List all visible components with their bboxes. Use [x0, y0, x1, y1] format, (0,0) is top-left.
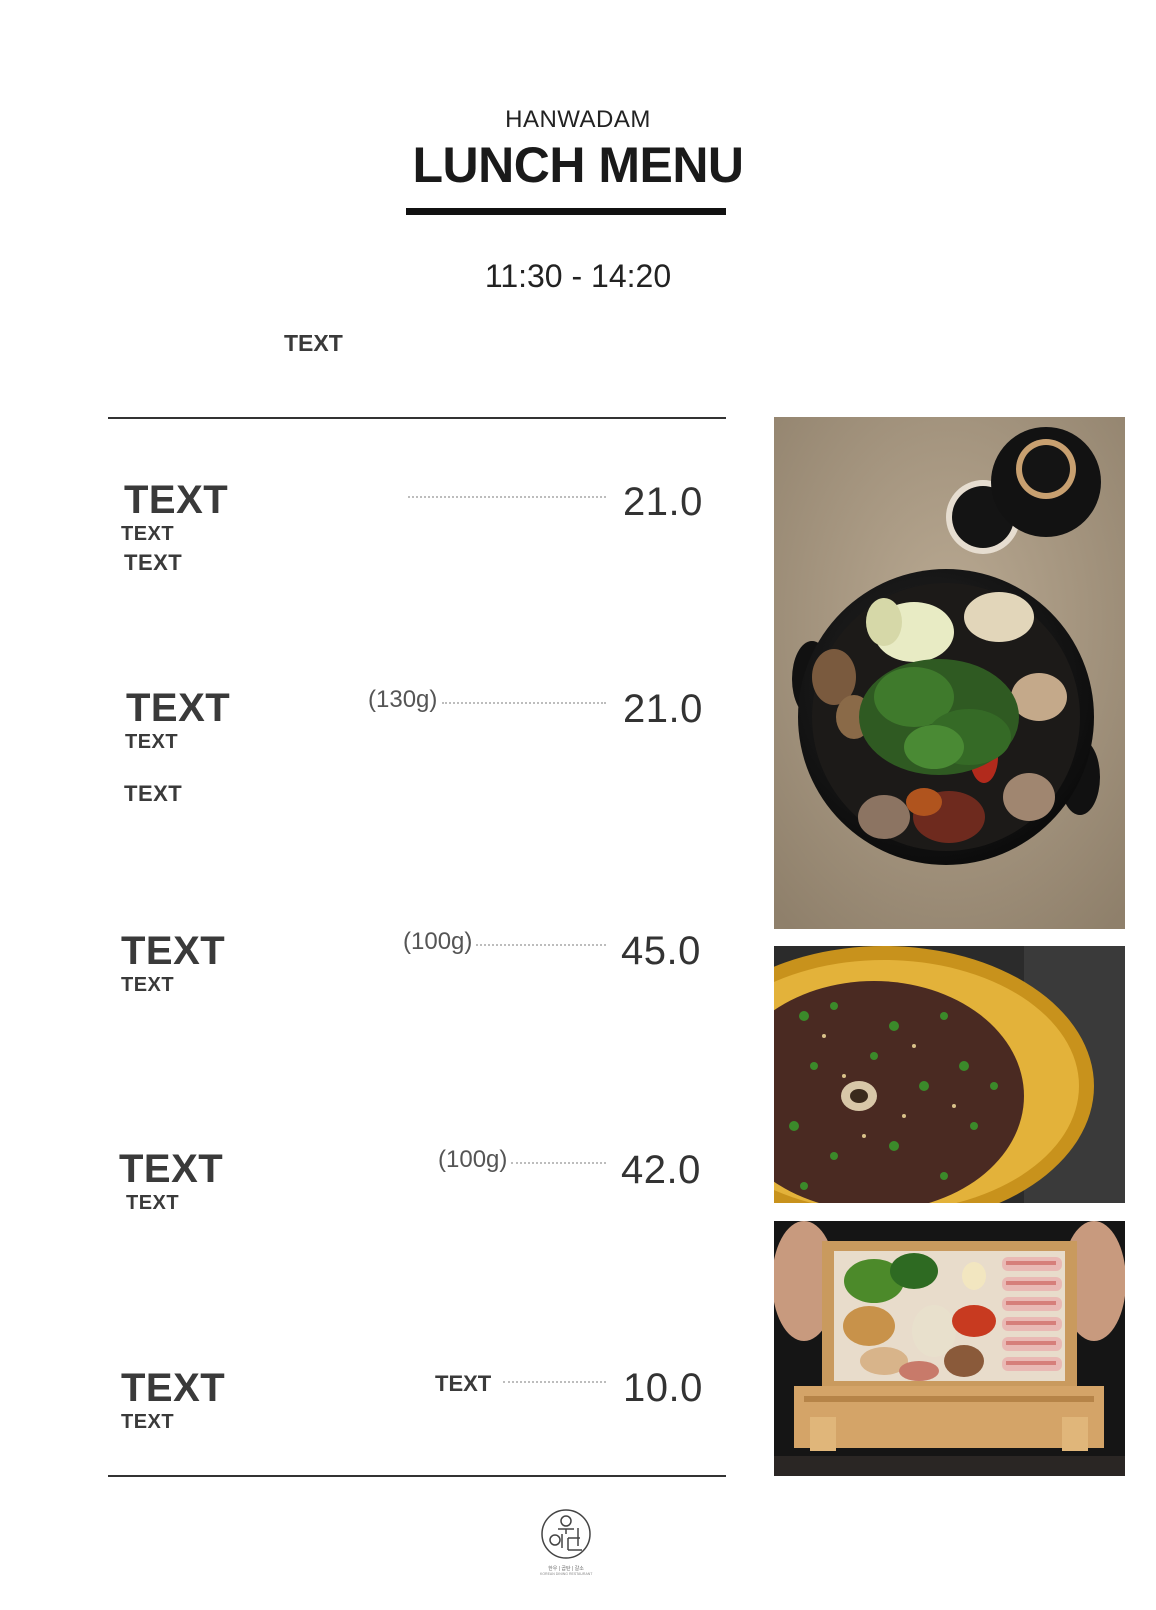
item-name: TEXT [121, 929, 226, 973]
dot-leader [408, 496, 606, 498]
brand-name: HANWADAM [505, 106, 651, 133]
item-subtitle: TEXT [121, 523, 175, 545]
intro-text: TEXT [284, 330, 343, 356]
item-weight: (100g) [438, 1146, 508, 1173]
logo-seal-icon [541, 1509, 591, 1559]
dot-leader [442, 702, 606, 704]
item-description: TEXT [124, 550, 183, 575]
bottom-divider [108, 1475, 726, 1477]
item-subtitle: TEXT [121, 1411, 175, 1433]
title-underline [406, 208, 726, 215]
top-divider [108, 417, 726, 419]
lunch-hours: 11:30 - 14:20 [484, 258, 672, 294]
item-name: TEXT [119, 1147, 224, 1191]
item-subtitle: TEXT [121, 974, 175, 996]
item-name: TEXT [121, 1366, 226, 1410]
dot-leader [476, 944, 606, 946]
item-price: 21.0 [623, 687, 703, 731]
logo-tagline: 한우 | 곱탄 | 갈소 [548, 1566, 584, 1572]
item-name: TEXT [124, 478, 229, 522]
item-weight: (100g) [403, 928, 473, 955]
item-subtitle: TEXT [126, 1192, 180, 1214]
platter-photo [774, 1221, 1125, 1476]
restaurant-logo: 한우 | 곱탄 | 갈소 KOREAN DINING RESTAURANT [540, 1508, 592, 1576]
logo-subtitle: KOREAN DINING RESTAURANT [540, 1572, 593, 1576]
dot-leader [511, 1162, 606, 1164]
item-price: 10.0 [623, 1366, 703, 1410]
item-subtitle: TEXT [125, 731, 179, 753]
item-name: TEXT [126, 686, 231, 730]
page-title: LUNCH MENU [412, 137, 744, 193]
dot-leader [503, 1381, 606, 1383]
item-price: 42.0 [621, 1148, 701, 1192]
bulgogi-photo [774, 946, 1125, 1203]
item-weight: (130g) [368, 686, 438, 713]
item-price: 45.0 [621, 929, 701, 973]
hotpot-photo [774, 417, 1125, 929]
item-unit-label: TEXT [435, 1371, 492, 1396]
item-price: 21.0 [623, 480, 703, 524]
item-description: TEXT [124, 781, 183, 806]
